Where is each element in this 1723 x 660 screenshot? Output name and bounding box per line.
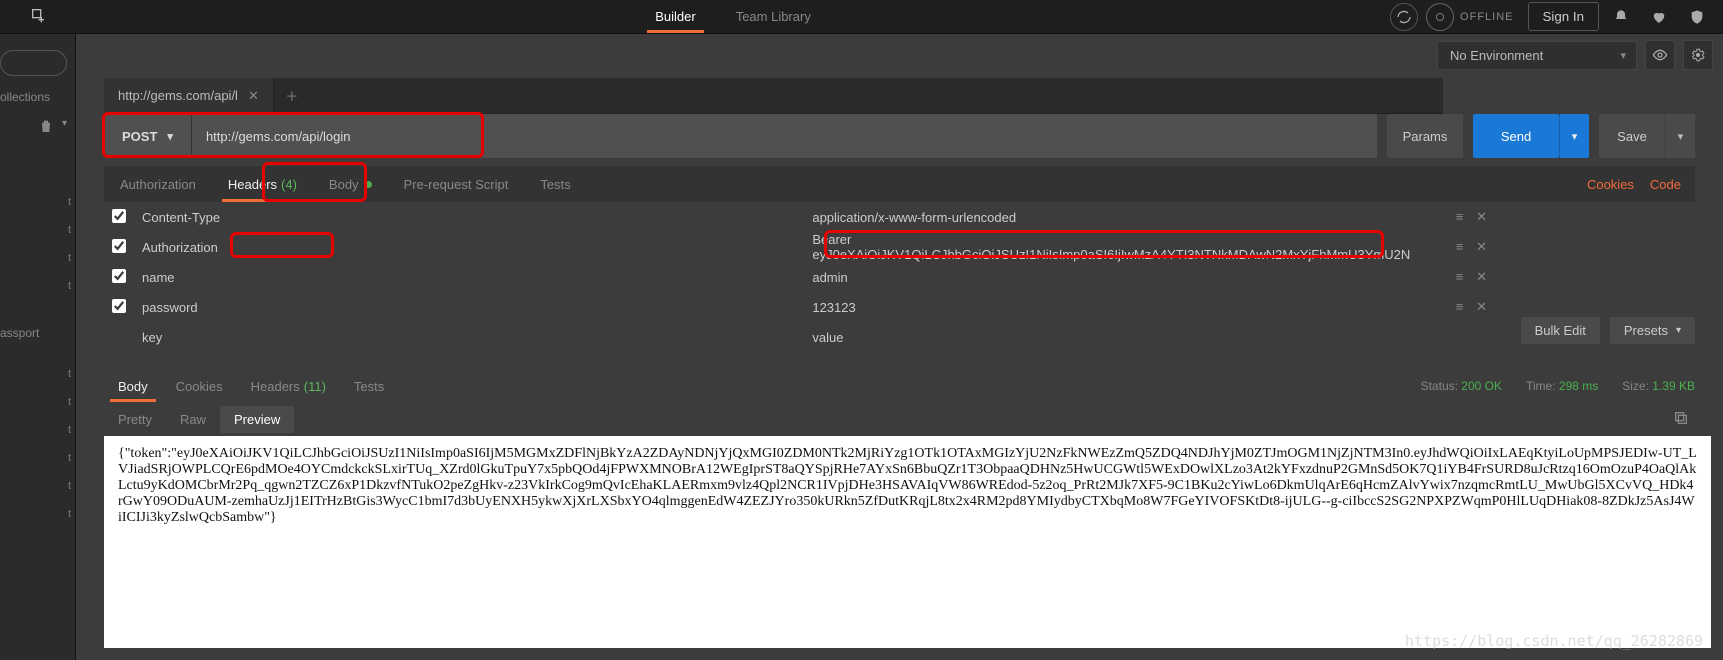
sidebar-item[interactable]: t [0,500,75,528]
sidebar-passport[interactable]: assport [0,320,75,346]
body-indicator-icon [365,181,372,188]
sidebar-item[interactable]: t [0,360,75,388]
header-value[interactable]: application/x-www-form-urlencoded [804,202,1430,232]
collections-label: ollections [0,90,75,104]
subtab-authorization[interactable]: Authorization [104,166,212,202]
sync-icon[interactable] [1390,3,1418,31]
delete-icon[interactable]: ✕ [1471,269,1493,285]
header-row: name admin ≡✕ [104,262,1501,292]
drag-icon[interactable]: ≡ [1449,269,1471,284]
header-key[interactable]: Authorization [134,232,804,262]
url-input[interactable]: http://gems.com/api/login [192,114,1377,158]
chevron-down-icon: ▾ [1620,49,1626,62]
status-meta: Status: 200 OK [1421,379,1502,393]
bell-icon[interactable] [1605,1,1637,33]
tab-team-library-label: Team Library [736,9,811,24]
header-row: Content-Type application/x-www-form-urle… [104,202,1501,232]
delete-icon[interactable]: ✕ [1471,239,1493,255]
view-preview[interactable]: Preview [220,406,294,433]
header-key[interactable]: password [134,292,804,322]
delete-icon[interactable]: ✕ [1471,209,1493,225]
sidebar-item[interactable]: t [0,388,75,416]
chevron-down-icon: ▾ [167,130,173,143]
request-tab-label: http://gems.com/api/l [118,88,238,103]
header-row-new: key value [104,322,1501,352]
resp-tab-headers[interactable]: Headers(11) [237,370,340,402]
method-select[interactable]: POST ▾ [104,114,191,158]
header-enable-checkbox[interactable] [112,209,126,223]
subtab-body[interactable]: Body [313,166,388,202]
resp-tab-cookies[interactable]: Cookies [162,370,237,402]
code-link[interactable]: Code [1650,177,1681,192]
drag-icon[interactable]: ≡ [1449,239,1471,254]
size-meta: Size: 1.39 KB [1622,379,1695,393]
sidebar-item[interactable]: t [0,216,75,244]
tab-team-library[interactable]: Team Library [716,0,831,33]
header-enable-checkbox[interactable] [112,269,126,283]
presets-button[interactable]: Presets▾ [1610,317,1695,344]
sidebar-filter[interactable] [0,50,67,76]
header-row: password 123123 ≡✕ [104,292,1501,322]
delete-icon[interactable]: ✕ [1471,299,1493,315]
environment-select[interactable]: No Environment ▾ [1437,41,1637,70]
subtab-tests[interactable]: Tests [524,166,586,202]
header-enable-checkbox[interactable] [112,239,126,253]
tab-builder-label: Builder [655,9,695,24]
new-tab-icon[interactable] [30,7,46,26]
bulk-edit-button[interactable]: Bulk Edit [1521,317,1600,344]
add-tab-button[interactable]: ＋ [274,78,310,113]
header-key[interactable]: name [134,262,804,292]
sign-in-button[interactable]: Sign In [1528,2,1600,31]
time-meta: Time: 298 ms [1526,379,1598,393]
sidebar-item[interactable]: t [0,472,75,500]
view-raw[interactable]: Raw [166,406,220,433]
settings-icon[interactable] [1683,40,1713,70]
chevron-down-icon[interactable]: ▾ [62,118,67,138]
shield-icon[interactable] [1681,1,1713,33]
resp-tab-body[interactable]: Body [104,370,162,402]
response-body: {"token":"eyJ0eXAiOiJKV1QiLCJhbGciOiJSUz… [104,436,1711,648]
save-button[interactable]: Save [1599,114,1665,158]
cookies-link[interactable]: Cookies [1587,177,1634,192]
sidebar-item[interactable]: t [0,444,75,472]
copy-icon[interactable] [1667,410,1695,429]
chevron-down-icon: ▾ [1676,325,1681,336]
url-value: http://gems.com/api/login [206,129,351,144]
header-key-input[interactable]: key [134,322,804,352]
params-button[interactable]: Params [1387,114,1463,158]
sidebar-item[interactable]: t [0,416,75,444]
quicklook-icon[interactable] [1645,40,1675,70]
environment-label: No Environment [1450,48,1543,63]
sidebar-item[interactable]: t [0,272,75,300]
watermark: https://blog.csdn.net/qq_26282869 [1405,632,1703,650]
drag-icon[interactable]: ≡ [1449,299,1471,314]
heart-icon[interactable] [1643,1,1675,33]
request-tab[interactable]: http://gems.com/api/l ✕ [104,78,274,113]
offline-label: OFFLINE [1460,11,1513,23]
save-dropdown[interactable]: ▾ [1665,114,1695,158]
header-value[interactable]: Bearer eyJ0eXAiOiJKV1QiLCJhbGciOiJSUzI1N… [804,232,1430,262]
trash-icon[interactable] [38,118,54,138]
subtab-prerequest[interactable]: Pre-request Script [388,166,525,202]
header-key[interactable]: Content-Type [134,202,804,232]
send-dropdown[interactable]: ▾ [1559,114,1589,158]
drag-icon[interactable]: ≡ [1449,209,1471,224]
header-value[interactable]: admin [804,262,1430,292]
tab-builder[interactable]: Builder [635,0,715,33]
header-enable-checkbox[interactable] [112,299,126,313]
sidebar-item[interactable]: t [0,188,75,216]
header-value-input[interactable]: value [804,322,1430,352]
header-row: Authorization Bearer eyJ0eXAiOiJKV1QiLCJ… [104,232,1501,262]
send-button[interactable]: Send [1473,114,1559,158]
connection-status: OFFLINE [1426,3,1513,31]
method-label: POST [122,129,157,144]
close-icon[interactable]: ✕ [248,88,259,104]
sidebar-item[interactable]: t [0,244,75,272]
header-value[interactable]: 123123 [804,292,1430,322]
view-pretty[interactable]: Pretty [104,406,166,433]
resp-tab-tests[interactable]: Tests [340,370,398,402]
subtab-headers[interactable]: Headers(4) [212,166,313,202]
